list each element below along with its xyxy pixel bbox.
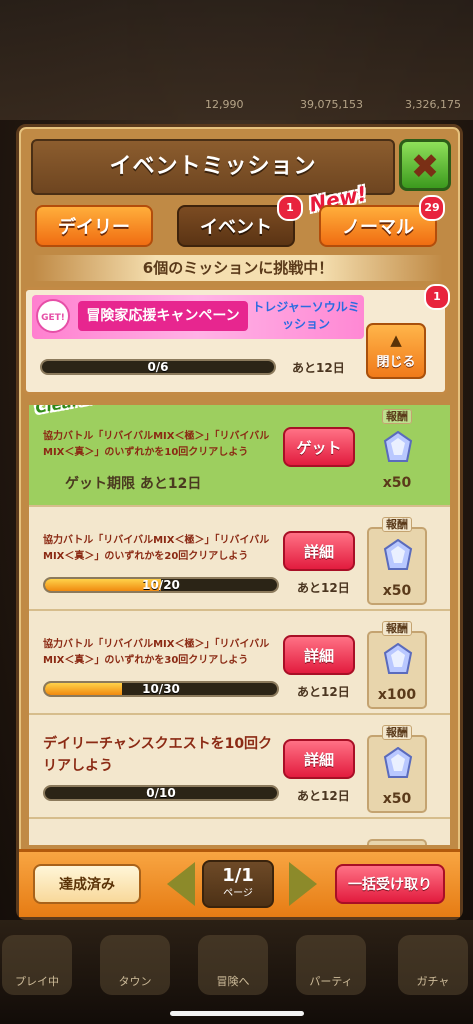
hud-currency-row: 12,990 39,075,153 3,326,175	[0, 96, 473, 116]
close-button[interactable]: ✖	[399, 139, 451, 191]
mission-list[interactable]: 協力バトル「リバイバルMIX＜極＞」「リバイバルMIX＜真＞」のいずれかを10回…	[29, 405, 450, 845]
list-item: デイリーチャンスクエストを10回クリアしよう 詳細 0/10 あと12日 報酬 …	[29, 717, 450, 819]
close-icon: ✖	[410, 147, 440, 187]
mission-count-text: 6個のミッションに挑戦中！	[33, 255, 443, 281]
reward-count: x100	[377, 687, 417, 703]
reward-box: 報酬 x50	[367, 409, 427, 497]
reward-label: 報酬	[382, 517, 412, 532]
soul-gem-icon	[383, 643, 413, 674]
completed-button[interactable]: 達成済み	[33, 864, 141, 904]
list-item: 協力バトル「リバイバルMIX＜極＞」「リバイバルMIX＜真＞」のいずれかを10回…	[29, 405, 450, 507]
nav-gacha[interactable]: ガチャ	[398, 935, 468, 995]
receive-all-button[interactable]: 一括受け取り	[335, 864, 445, 904]
mission-remaining: あと12日	[297, 581, 350, 595]
up-arrow-icon: ▲	[390, 331, 402, 349]
tab-daily[interactable]: デイリー	[35, 205, 153, 247]
mission-description: 協力バトル「リバイバルMIX＜極＞」「リバイバルMIX＜真＞」のいずれかを30回…	[43, 639, 270, 666]
mission-remaining: あと12日	[297, 685, 350, 699]
mission-progress-bar: 10/20	[43, 577, 279, 593]
list-item	[29, 821, 450, 845]
mission-description: 協力バトル「リバイバルMIX＜極＞」「リバイバルMIX＜真＞」のいずれかを10回…	[43, 431, 270, 458]
mission-panel: イベントミッション ✖ デイリー イベント 1 New! ノーマル 29 6個の…	[16, 124, 463, 920]
collapse-button[interactable]: ▲ 閉じる	[366, 323, 426, 379]
reward-count: x50	[382, 583, 412, 599]
soul-gem-icon	[383, 747, 413, 778]
reward-label: 報酬	[382, 725, 412, 740]
campaign-badge: 1	[424, 284, 450, 310]
mission-progress-bar: 0/10	[43, 785, 279, 801]
reward-box: 報酬 x100	[367, 621, 427, 709]
next-page-icon[interactable]	[289, 862, 317, 906]
get-button[interactable]: ゲット	[283, 427, 355, 467]
list-item: 協力バトル「リバイバルMIX＜極＞」「リバイバルMIX＜真＞」のいずれかを20回…	[29, 509, 450, 611]
reward-label: 報酬	[382, 621, 412, 636]
campaign-subtitle: トレジャーソウルミッション	[252, 300, 360, 331]
nav-party[interactable]: パーティ	[296, 935, 366, 995]
reward-box: 報酬 x50	[367, 725, 427, 813]
reward-box: 報酬 x50	[367, 517, 427, 605]
nav-playing[interactable]: プレイ中	[2, 935, 72, 995]
mission-progress-text: 0/10	[146, 786, 176, 800]
campaign-title: 冒険家応援キャンペーン	[78, 301, 248, 331]
mission-progress-bar: 10/30	[43, 681, 279, 697]
reward-count: x50	[382, 475, 412, 491]
mission-remaining: あと12日	[297, 789, 350, 803]
list-item: 協力バトル「リバイバルMIX＜極＞」「リバイバルMIX＜真＞」のいずれかを30回…	[29, 613, 450, 715]
get-icon: GET!	[36, 299, 70, 333]
details-button[interactable]: 詳細	[283, 531, 355, 571]
soul-gem-icon	[383, 539, 413, 570]
tab-event-badge: 1	[277, 195, 303, 221]
campaign-remaining: あと12日	[292, 361, 345, 375]
campaign-panel: GET! 冒険家応援キャンペーン トレジャーソウルミッション 1 0/6 あと1…	[23, 284, 450, 395]
campaign-progress-text: 0/6	[147, 360, 169, 374]
page-label: ページ	[223, 888, 253, 899]
page-indicator: 1/1 ページ	[202, 860, 274, 908]
get-deadline: ゲット期限 あと12日	[65, 476, 202, 492]
bottom-nav: プレイ中 タウン 冒険へ パーティ ガチャ	[0, 920, 473, 1024]
details-button[interactable]: 詳細	[283, 739, 355, 779]
soul-gem-icon	[383, 431, 413, 462]
mission-description: デイリーチャンスクエストを10回クリアしよう	[43, 736, 273, 774]
campaign-progress-bar: 0/6	[40, 359, 276, 375]
nav-adventure[interactable]: 冒険へ	[198, 935, 268, 995]
reward-box	[367, 839, 427, 845]
campaign-banner[interactable]: GET! 冒険家応援キャンペーン トレジャーソウルミッション	[32, 295, 364, 339]
prev-page-icon[interactable]	[167, 862, 195, 906]
mission-progress-text: 10/30	[142, 682, 180, 696]
reward-label: 報酬	[382, 409, 412, 424]
hud-value-2: 39,075,153	[300, 98, 363, 111]
footer-bar: 達成済み 1/1 ページ 一括受け取り	[19, 849, 460, 917]
tab-normal-badge: 29	[419, 195, 445, 221]
page-number: 1/1	[222, 865, 254, 886]
reward-count: x50	[382, 791, 412, 807]
nav-town[interactable]: タウン	[100, 935, 170, 995]
mission-description: 協力バトル「リバイバルMIX＜極＞」「リバイバルMIX＜真＞」のいずれかを20回…	[43, 535, 270, 562]
top-hud: 12,990 39,075,153 3,326,175	[0, 0, 473, 120]
hud-value-3: 3,326,175	[405, 98, 461, 111]
hud-value-1: 12,990	[205, 98, 244, 111]
details-button[interactable]: 詳細	[283, 635, 355, 675]
home-indicator[interactable]	[170, 1011, 304, 1016]
mission-progress-text: 10/20	[142, 578, 180, 592]
